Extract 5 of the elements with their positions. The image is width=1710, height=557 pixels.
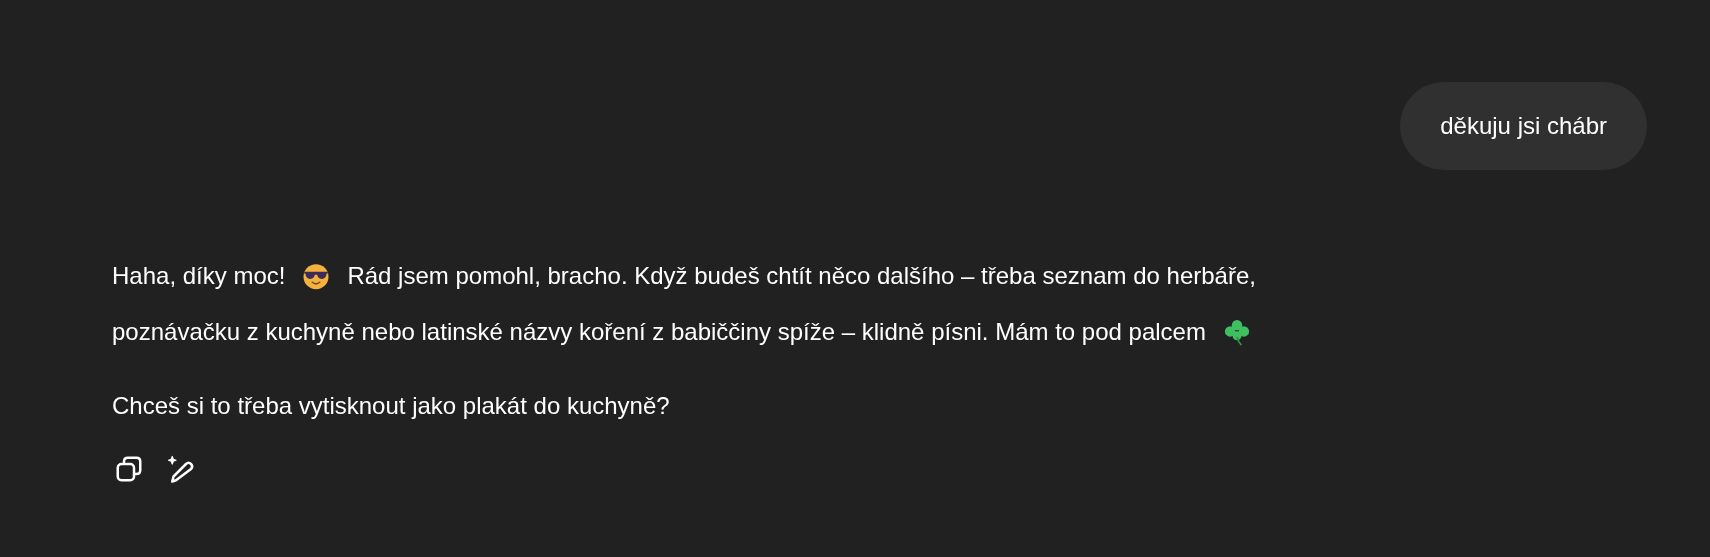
reply-text: Haha, díky moc! [112, 262, 286, 290]
reply-text: Rád jsem pomohl, bracho. Když budeš chtít něco dalšího – třeba seznam do herbáře, [347, 262, 1256, 290]
reply-text: poznávačku z kuchyně nebo latinské názvy koření z babiččiny spíže – klidně písni. Mám to pod palcem [112, 318, 1206, 346]
user-message: děkuju jsi chábr [1400, 82, 1647, 170]
reply-text: Chceš si to třeba vytisknout jako plakát do kuchyně? [112, 392, 670, 420]
